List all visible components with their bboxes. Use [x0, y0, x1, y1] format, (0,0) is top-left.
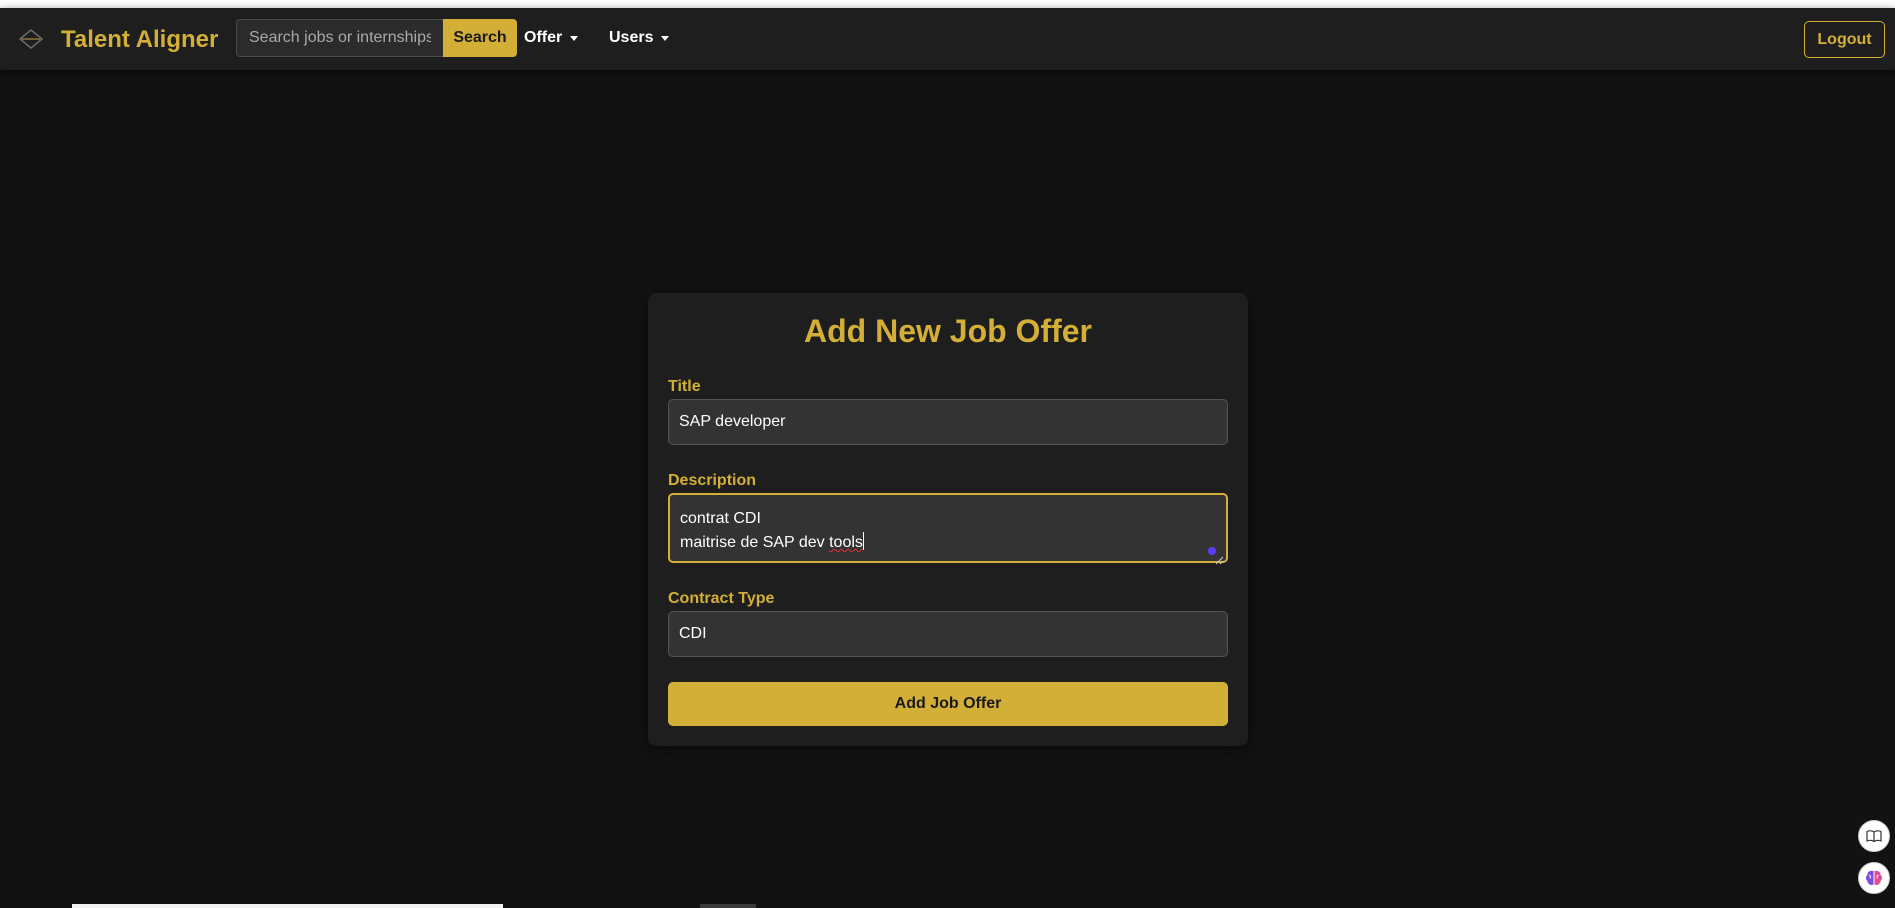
contract-type-input-value: CDI	[679, 625, 707, 642]
scrollbar-thumb[interactable]	[700, 904, 756, 908]
description-line-2-text: maitrise de SAP dev	[680, 534, 830, 551]
add-job-offer-card: Add New Job Offer Title SAP developer De…	[648, 293, 1248, 746]
offer-menu-label: Offer	[524, 29, 563, 46]
add-job-offer-button[interactable]: Add Job Offer	[668, 682, 1228, 726]
brain-icon[interactable]	[1858, 862, 1890, 894]
misspelled-word: tools	[829, 534, 863, 551]
title-input[interactable]: SAP developer	[668, 399, 1228, 445]
form-title: Add New Job Offer	[803, 313, 1092, 349]
horizontal-scrollbar[interactable]	[72, 904, 503, 908]
talent-aligner-logo-icon[interactable]	[18, 28, 44, 50]
title-input-value: SAP developer	[679, 413, 786, 430]
search-button[interactable]: Search	[443, 19, 517, 57]
description-line-2: maitrise de SAP dev tools	[680, 531, 1216, 555]
users-menu-label: Users	[609, 29, 654, 46]
book-icon[interactable]	[1858, 820, 1890, 852]
offer-menu[interactable]: Offer	[524, 29, 579, 47]
navbar: Talent Aligner Search Offer Users Logout	[0, 8, 1895, 70]
description-textarea[interactable]: contrat CDI maitrise de SAP dev tools	[668, 493, 1228, 565]
description-line-1: contrat CDI	[680, 510, 761, 527]
search-input[interactable]	[236, 19, 443, 57]
chevron-down-icon	[570, 35, 579, 41]
contract-type-input[interactable]: CDI	[668, 611, 1228, 657]
description-label: Description	[668, 472, 757, 489]
resize-handle-icon[interactable]	[1214, 549, 1224, 565]
chevron-down-icon	[661, 35, 670, 41]
browser-top-strip	[0, 0, 1895, 8]
text-cursor	[862, 532, 864, 550]
title-label: Title	[668, 378, 701, 395]
brand-name[interactable]: Talent Aligner	[61, 26, 218, 54]
contract-type-label: Contract Type	[668, 590, 775, 607]
logout-button[interactable]: Logout	[1804, 21, 1885, 58]
users-menu[interactable]: Users	[609, 29, 670, 47]
